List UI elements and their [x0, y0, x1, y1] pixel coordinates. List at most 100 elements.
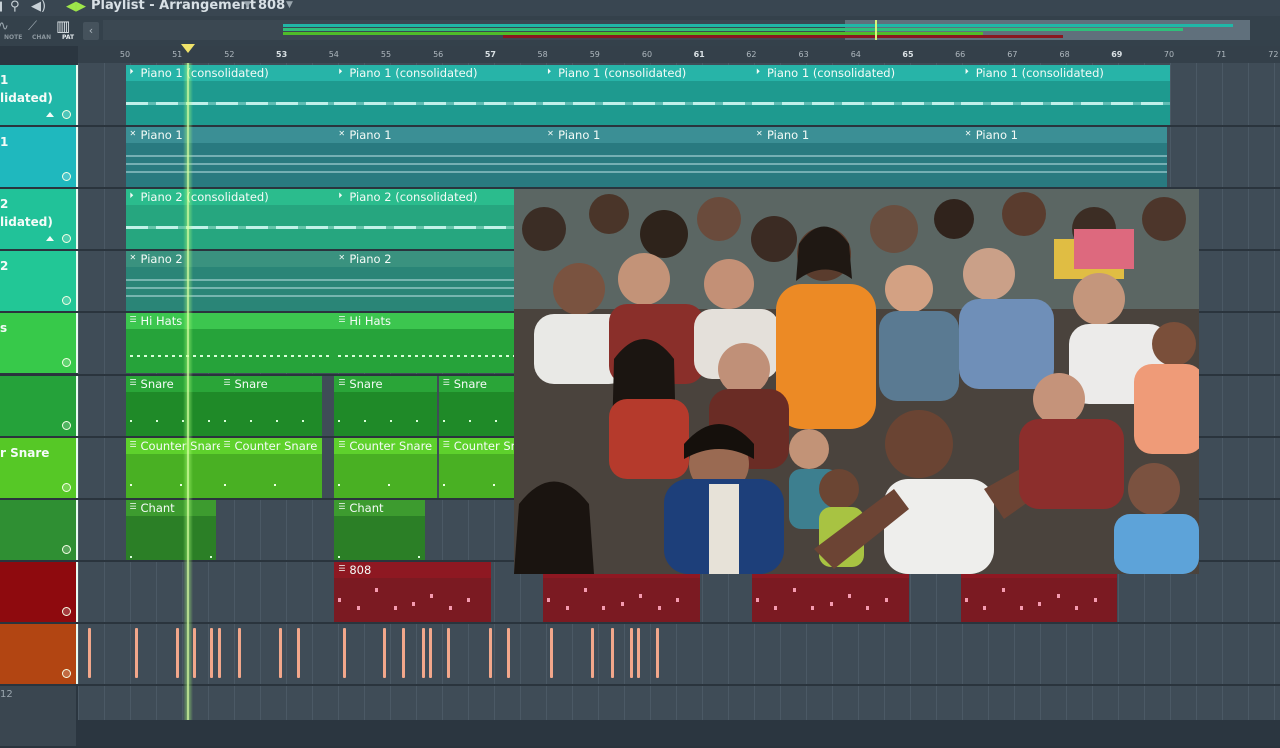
track-mute-led[interactable]: [62, 110, 71, 120]
pattern-clip[interactable]: ☰ Snare: [125, 375, 228, 436]
menu-icon[interactable]: ▮: [0, 0, 3, 14]
percussion-note[interactable]: [591, 627, 594, 678]
clip-header[interactable]: ☰ Snare: [334, 375, 437, 392]
track-header[interactable]: 2: [0, 251, 76, 312]
percussion-note[interactable]: [238, 627, 241, 678]
track-header[interactable]: 1 lidated): [0, 65, 76, 126]
clip-header[interactable]: ☰ Counter Snare: [219, 437, 322, 454]
clip-header[interactable]: ⏵ Piano 1 (consolidated): [543, 65, 752, 81]
piano-icon[interactable]: ▥: [56, 17, 70, 35]
mode-note[interactable]: NOTE: [4, 34, 22, 41]
audio-clip[interactable]: ⏵ Piano 1 (consolidated): [543, 65, 752, 126]
song-position-marker[interactable]: [180, 44, 195, 53]
search-icon[interactable]: ⚲: [10, 0, 20, 14]
pattern-dropdown-icon[interactable]: ▼: [286, 0, 293, 10]
track-expand-icon[interactable]: [46, 236, 54, 242]
title-dropdown-icon[interactable]: ▼: [244, 0, 251, 10]
audio-clip[interactable]: ⏵ Piano 1 (consolidated): [960, 65, 1170, 126]
clip-header[interactable]: ✕ Piano 1: [543, 127, 752, 144]
percussion-note[interactable]: [210, 627, 213, 678]
pattern-clip[interactable]: ☰ Counter Snare: [125, 437, 228, 498]
pattern-clip[interactable]: ✕ Piano 2: [125, 251, 335, 312]
pattern-clip[interactable]: ☰ Hi Hats: [334, 313, 544, 374]
percussion-note[interactable]: [447, 627, 450, 678]
clip-header[interactable]: ⏵ Piano 1 (consolidated): [751, 65, 961, 81]
pattern-clip[interactable]: ✕ Piano 1: [751, 127, 961, 188]
percussion-note[interactable]: [297, 627, 300, 678]
clip-header[interactable]: ☰ Chant: [334, 499, 425, 516]
pattern-selector[interactable]: 808: [258, 0, 285, 13]
track-mute-led[interactable]: [62, 172, 71, 182]
clip-header[interactable]: ⏵ Piano 1 (consolidated): [334, 65, 544, 81]
track-mute-led[interactable]: [62, 234, 71, 244]
track-header[interactable]: 12: [0, 686, 76, 747]
percussion-note[interactable]: [422, 627, 425, 678]
percussion-note[interactable]: [637, 627, 640, 678]
percussion-note[interactable]: [402, 627, 405, 678]
pattern-clip[interactable]: ✕ Piano 1: [960, 127, 1168, 188]
percussion-note[interactable]: [218, 627, 221, 678]
clip-header[interactable]: ⏵ Piano 1 (consolidated): [125, 65, 335, 81]
clip-header[interactable]: ☰ Snare: [125, 375, 228, 392]
percussion-note[interactable]: [550, 627, 553, 678]
speaker-icon[interactable]: ◀): [31, 0, 46, 14]
clip-header[interactable]: ☰ Counter Snare: [334, 437, 437, 454]
pattern-clip[interactable]: ☰ Snare: [219, 375, 322, 436]
track-mute-led[interactable]: [62, 420, 71, 430]
percussion-note[interactable]: [176, 627, 179, 678]
track-mute-led[interactable]: [62, 544, 71, 554]
track-mute-led[interactable]: [62, 296, 71, 306]
pattern-clip[interactable]: ☰ Chant: [125, 499, 216, 560]
clip-header[interactable]: ✕ Piano 2: [334, 251, 544, 268]
track-header[interactable]: [0, 499, 76, 560]
playhead-line[interactable]: [186, 63, 189, 720]
track-mute-led[interactable]: [62, 358, 71, 368]
track-header[interactable]: r Snare: [0, 437, 76, 498]
pattern-clip[interactable]: ✕ Piano 1: [125, 127, 335, 188]
percussion-note[interactable]: [343, 627, 346, 678]
percussion-note[interactable]: [429, 627, 432, 678]
pattern-clip[interactable]: ☰808: [334, 561, 491, 622]
arrangement-overview[interactable]: [103, 20, 1250, 40]
pattern-clip[interactable]: ✕ Piano 1: [543, 127, 752, 188]
clip-header[interactable]: ☰ Chant: [125, 499, 216, 516]
clip-header[interactable]: ☰808: [334, 561, 491, 578]
percussion-note[interactable]: [135, 627, 138, 678]
clip-header[interactable]: ☰ Counter Snare: [125, 437, 228, 454]
track-header[interactable]: [0, 561, 76, 622]
clip-header[interactable]: ⏵ Piano 2 (consolidated): [334, 189, 544, 206]
waveform-icon[interactable]: ∿: [0, 19, 9, 34]
pattern-clip[interactable]: ✕ Piano 1: [334, 127, 544, 188]
percussion-note[interactable]: [489, 627, 492, 678]
clip-header[interactable]: ☰ Hi Hats: [334, 313, 544, 330]
clip-header[interactable]: ✕ Piano 1: [960, 127, 1168, 144]
track-header[interactable]: [0, 623, 76, 684]
audio-clip[interactable]: ⏵ Piano 1 (consolidated): [334, 65, 544, 126]
pattern-clip[interactable]: ✕ Piano 2: [334, 251, 544, 312]
track-mute-led[interactable]: [62, 482, 71, 492]
track-mute-led[interactable]: [62, 668, 71, 678]
percussion-note[interactable]: [507, 627, 510, 678]
clip-header[interactable]: ✕ Piano 2: [125, 251, 335, 268]
clip-header[interactable]: ✕ Piano 1: [334, 127, 544, 144]
timeline-ruler[interactable]: 50 51 52 53 54 55 56 57 58 59 60 61 62 63 64 65 66 67 68 69…: [78, 46, 1280, 63]
percussion-note[interactable]: [279, 627, 282, 678]
arrow-left-right-icon[interactable]: ◀▶: [66, 0, 86, 14]
track-header[interactable]: s: [0, 313, 76, 374]
pattern-clip[interactable]: ☰ Counter Snare: [219, 437, 322, 498]
percussion-note[interactable]: [656, 627, 659, 678]
audio-clip[interactable]: ⏵ Piano 1 (consolidated): [751, 65, 961, 126]
track-expand-icon[interactable]: [46, 112, 54, 118]
clip-header[interactable]: ✕ Piano 1: [751, 127, 961, 144]
audio-clip[interactable]: ⏵ Piano 2 (consolidated): [334, 189, 544, 250]
track-header[interactable]: [0, 375, 76, 436]
audio-clip[interactable]: ⏵ Piano 2 (consolidated): [125, 189, 335, 250]
clip-header[interactable]: ⏵ Piano 1 (consolidated): [960, 65, 1170, 81]
automation-icon[interactable]: ⟋: [28, 19, 37, 34]
clip-header[interactable]: ☰ Hi Hats: [125, 313, 335, 330]
percussion-note[interactable]: [611, 627, 614, 678]
pattern-clip[interactable]: ☰ Counter Snare: [334, 437, 437, 498]
clip-header[interactable]: ⏵ Piano 2 (consolidated): [125, 189, 335, 206]
track-header[interactable]: 1: [0, 127, 76, 188]
percussion-note[interactable]: [193, 627, 196, 678]
